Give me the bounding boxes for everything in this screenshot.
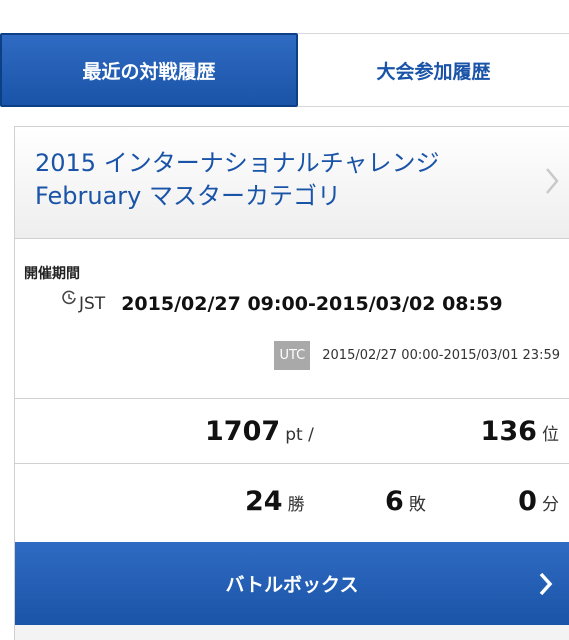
battle-box-label: バトルボックス [225,574,359,596]
tournament-card: 2015 インターナショナルチャレンジ February マスターカテゴリ 開催… [14,126,569,640]
points-value: 1707 pt / [205,416,314,447]
losses-unit: 敗 [408,495,426,515]
tab-recent-battles[interactable]: 最近の対戦履歴 [0,33,298,107]
chevron-right-icon [539,572,553,601]
draws: 0 分 [518,486,559,517]
draws-unit: 分 [542,495,559,515]
jst-row: JST 2015/02/27 09:00-2015/03/02 08:59 [61,290,503,315]
jst-label: JST [79,294,106,314]
jst-range: 2015/02/27 09:00-2015/03/02 08:59 [121,293,503,315]
tournament-title: 2015 インターナショナルチャレンジ February マスターカテゴリ [35,147,439,213]
chevron-right-icon [545,167,559,199]
points-number: 1707 [205,416,281,447]
tournament-header-link[interactable]: 2015 インターナショナルチャレンジ February マスターカテゴリ [15,127,569,239]
wins-number: 24 [245,486,283,517]
win-loss-record: 24 勝 6 敗 0 分 [15,464,569,542]
losses-number: 6 [385,486,404,517]
tab-tournament-history[interactable]: 大会参加履歴 [298,33,569,107]
utc-range: 2015/02/27 00:00-2015/03/01 23:59 [322,348,560,363]
tab-bar: 最近の対戦履歴 大会参加履歴 [0,33,569,107]
losses: 6 敗 [385,486,426,517]
points-rank-row: 1707 pt / 136 位 [15,399,569,464]
rank-number: 136 [480,416,537,447]
rank-value: 136 位 [481,416,559,447]
utc-row: UTC 2015/02/27 00:00-2015/03/01 23:59 [274,341,560,370]
tournament-title-line1: 2015 インターナショナルチャレンジ [35,149,440,177]
rank-unit: 位 [542,425,559,445]
draws-number: 0 [518,486,537,517]
points-unit: pt / [285,425,314,445]
wins: 24 勝 [245,486,305,517]
wins-unit: 勝 [287,495,305,515]
card-footer [15,625,569,640]
battle-box-button[interactable]: バトルボックス [15,542,569,625]
tournament-title-line2: February マスターカテゴリ [35,182,341,210]
utc-badge: UTC [274,341,311,370]
event-period: 開催期間 JST 2015/02/27 09:00-2015/03/02 08:… [15,239,569,399]
clock-icon [61,290,77,306]
period-label: 開催期間 [24,266,80,282]
